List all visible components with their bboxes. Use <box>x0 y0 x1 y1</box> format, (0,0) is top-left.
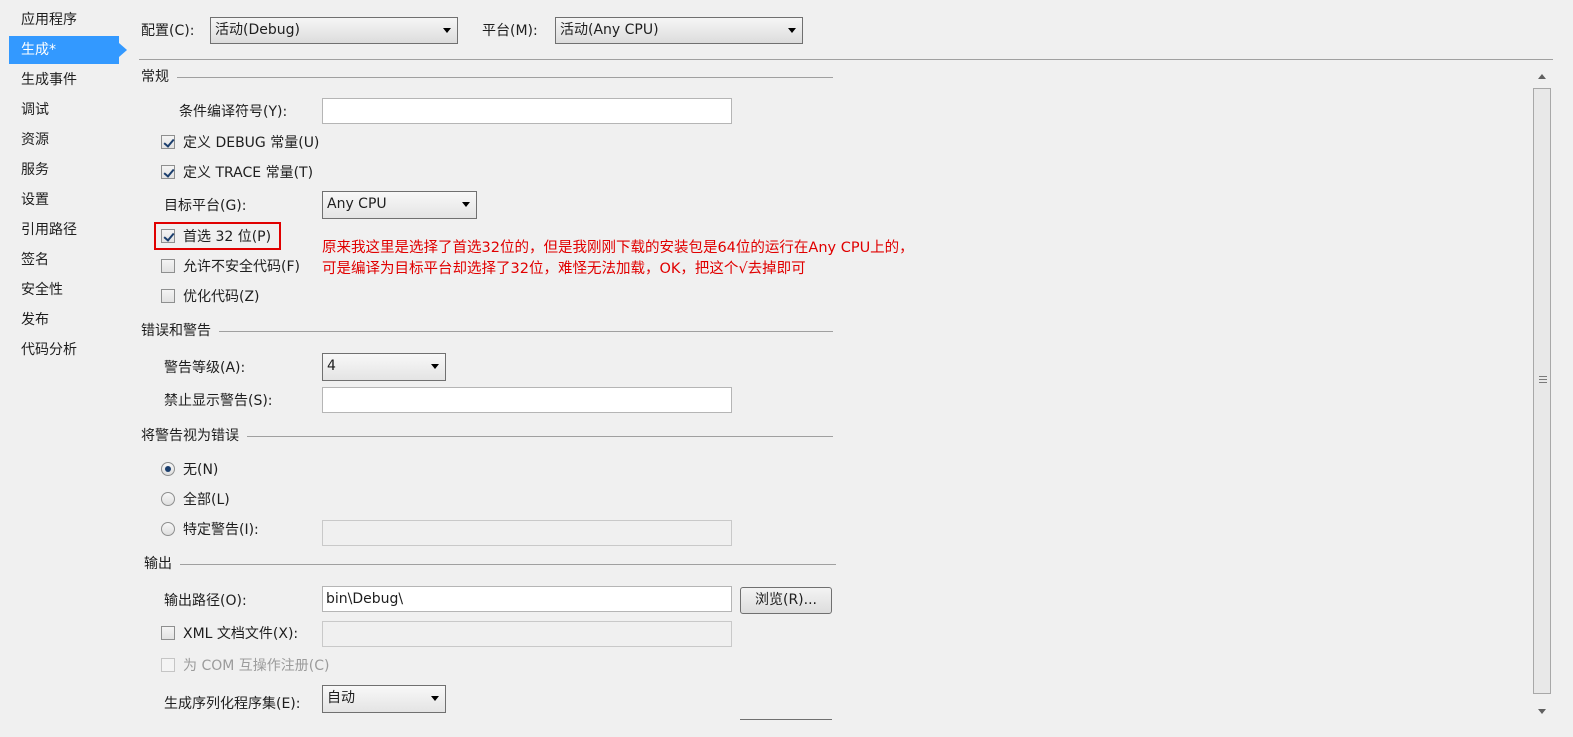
treat-specific-label: 特定警告(I): <box>183 522 259 538</box>
define-trace-label: 定义 TRACE 常量(T) <box>183 165 314 181</box>
scroll-thumb[interactable] <box>1533 88 1551 694</box>
define-debug-label: 定义 DEBUG 常量(U) <box>183 135 320 151</box>
section-title: 将警告视为错误 <box>141 427 247 445</box>
chevron-down-icon <box>431 696 439 701</box>
section-rule <box>141 331 833 332</box>
browse-button[interactable]: 浏览(R)... <box>740 587 832 614</box>
sidebar-item-application[interactable]: 应用程序 <box>9 6 119 34</box>
section-output: 输出 <box>144 555 836 573</box>
xml-doc-label: XML 文档文件(X): <box>183 626 299 642</box>
specific-warnings-input[interactable] <box>322 520 732 546</box>
section-treat-warnings: 将警告视为错误 <box>141 427 833 445</box>
chevron-down-icon <box>788 28 796 33</box>
vertical-scrollbar[interactable] <box>1532 66 1554 720</box>
treat-specific-radio[interactable] <box>161 522 175 536</box>
section-rule <box>144 564 836 565</box>
platform-label: 平台(M): <box>482 23 538 39</box>
toolbar-divider <box>139 59 1553 60</box>
grip-line <box>1539 382 1547 383</box>
sidebar-item-resources[interactable]: 资源 <box>9 126 119 154</box>
section-general: 常规 <box>141 68 833 86</box>
sidebar-item-code-analysis[interactable]: 代码分析 <box>9 336 119 364</box>
advanced-button-edge[interactable] <box>740 719 832 720</box>
target-platform-value: Any CPU <box>327 196 387 212</box>
config-value: 活动(Debug) <box>215 22 300 38</box>
target-platform-dropdown[interactable]: Any CPU <box>322 191 477 219</box>
section-errors-warnings: 错误和警告 <box>141 322 833 340</box>
xml-doc-checkbox[interactable] <box>161 626 175 640</box>
section-title: 错误和警告 <box>141 322 219 340</box>
optimize-code-checkbox[interactable] <box>161 289 175 303</box>
output-path-label: 输出路径(O): <box>164 593 247 609</box>
suppress-warnings-label: 禁止显示警告(S): <box>164 393 273 409</box>
define-debug-checkbox[interactable] <box>161 135 175 149</box>
sidebar-item-publish[interactable]: 发布 <box>9 306 119 334</box>
allow-unsafe-checkbox[interactable] <box>161 259 175 273</box>
treat-none-radio[interactable] <box>161 462 175 476</box>
section-title: 常规 <box>141 68 177 86</box>
warning-level-dropdown[interactable]: 4 <box>322 353 446 381</box>
sidebar-item-build-events[interactable]: 生成事件 <box>9 66 119 94</box>
annotation-line-2: 可是编译为目标平台却选择了32位，难怪无法加载，OK，把这个√去掉即可 <box>322 261 806 277</box>
platform-dropdown[interactable]: 活动(Any CPU) <box>555 17 803 44</box>
sidebar-item-services[interactable]: 服务 <box>9 156 119 184</box>
warning-level-value: 4 <box>327 358 336 374</box>
config-label: 配置(C): <box>141 23 195 39</box>
warning-level-label: 警告等级(A): <box>164 360 246 376</box>
sidebar-item-security[interactable]: 安全性 <box>9 276 119 304</box>
platform-value: 活动(Any CPU) <box>560 22 659 38</box>
section-rule <box>141 77 833 78</box>
output-path-input[interactable]: bin\Debug\ <box>322 586 732 612</box>
scroll-down-icon[interactable] <box>1538 709 1546 714</box>
grip-line <box>1539 379 1547 380</box>
com-interop-checkbox[interactable] <box>161 658 175 672</box>
allow-unsafe-label: 允许不安全代码(F) <box>183 259 300 275</box>
annotation-line-1: 原来我这里是选择了首选32位的，但是我刚刚下载的安装包是64位的运行在Any C… <box>322 240 914 256</box>
scroll-up-icon[interactable] <box>1538 74 1546 79</box>
treat-all-label: 全部(L) <box>183 492 230 508</box>
section-title: 输出 <box>144 555 180 573</box>
prefer-32bit-label: 首选 32 位(P) <box>183 229 272 245</box>
suppress-warnings-input[interactable] <box>322 387 732 413</box>
chevron-down-icon <box>443 28 451 33</box>
target-platform-label: 目标平台(G): <box>164 198 247 214</box>
treat-none-label: 无(N) <box>183 462 219 478</box>
define-trace-checkbox[interactable] <box>161 165 175 179</box>
sidebar-item-settings[interactable]: 设置 <box>9 186 119 214</box>
conditional-symbols-input[interactable] <box>322 98 732 124</box>
sidebar-item-debug[interactable]: 调试 <box>9 96 119 124</box>
sidebar-item-signing[interactable]: 签名 <box>9 246 119 274</box>
config-dropdown[interactable]: 活动(Debug) <box>210 17 458 44</box>
serialization-dropdown[interactable]: 自动 <box>322 685 446 713</box>
treat-all-radio[interactable] <box>161 492 175 506</box>
sidebar-item-build[interactable]: 生成* <box>9 36 127 64</box>
grip-line <box>1539 376 1547 377</box>
com-interop-label: 为 COM 互操作注册(C) <box>183 658 330 674</box>
prefer-32bit-checkbox[interactable] <box>161 229 175 243</box>
serialization-value: 自动 <box>327 690 355 706</box>
optimize-code-label: 优化代码(Z) <box>183 289 260 305</box>
chevron-down-icon <box>431 364 439 369</box>
serialization-label: 生成序列化程序集(E): <box>164 696 301 712</box>
conditional-symbols-label: 条件编译符号(Y): <box>179 104 288 120</box>
chevron-down-icon <box>462 202 470 207</box>
xml-doc-input[interactable] <box>322 621 732 647</box>
sidebar-item-reference-paths[interactable]: 引用路径 <box>9 216 119 244</box>
